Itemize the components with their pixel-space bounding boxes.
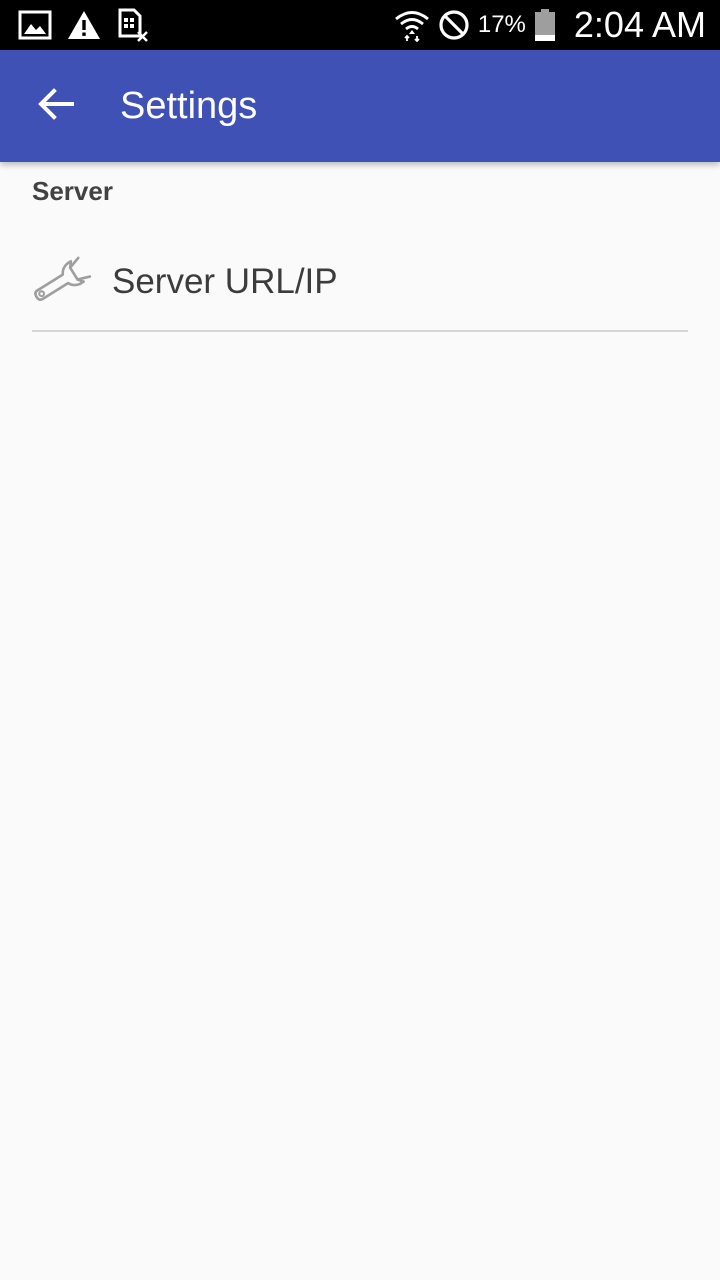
arrow-left-icon	[38, 87, 74, 125]
status-bar: 17% 2:04 AM	[0, 0, 720, 50]
category-title: Server	[32, 176, 113, 206]
preference-label: Server URL/IP	[112, 262, 338, 301]
battery-percent: 17%	[477, 11, 526, 38]
sim-card-off-icon	[116, 8, 150, 42]
divider	[32, 330, 688, 332]
image-icon	[18, 10, 52, 40]
do-not-disturb-icon	[438, 9, 470, 41]
battery-icon	[534, 8, 556, 42]
wrench-icon	[32, 256, 92, 306]
app-bar: Settings	[0, 50, 720, 162]
system-status: 17% 2:04 AM	[394, 0, 706, 50]
clock: 2:04 AM	[573, 4, 706, 45]
warning-icon	[66, 9, 102, 41]
server-url-preference[interactable]: Server URL/IP	[0, 232, 720, 330]
page-title: Settings	[120, 85, 258, 127]
wifi-icon	[394, 8, 430, 42]
back-button[interactable]	[28, 78, 84, 134]
notification-icons	[18, 8, 150, 42]
